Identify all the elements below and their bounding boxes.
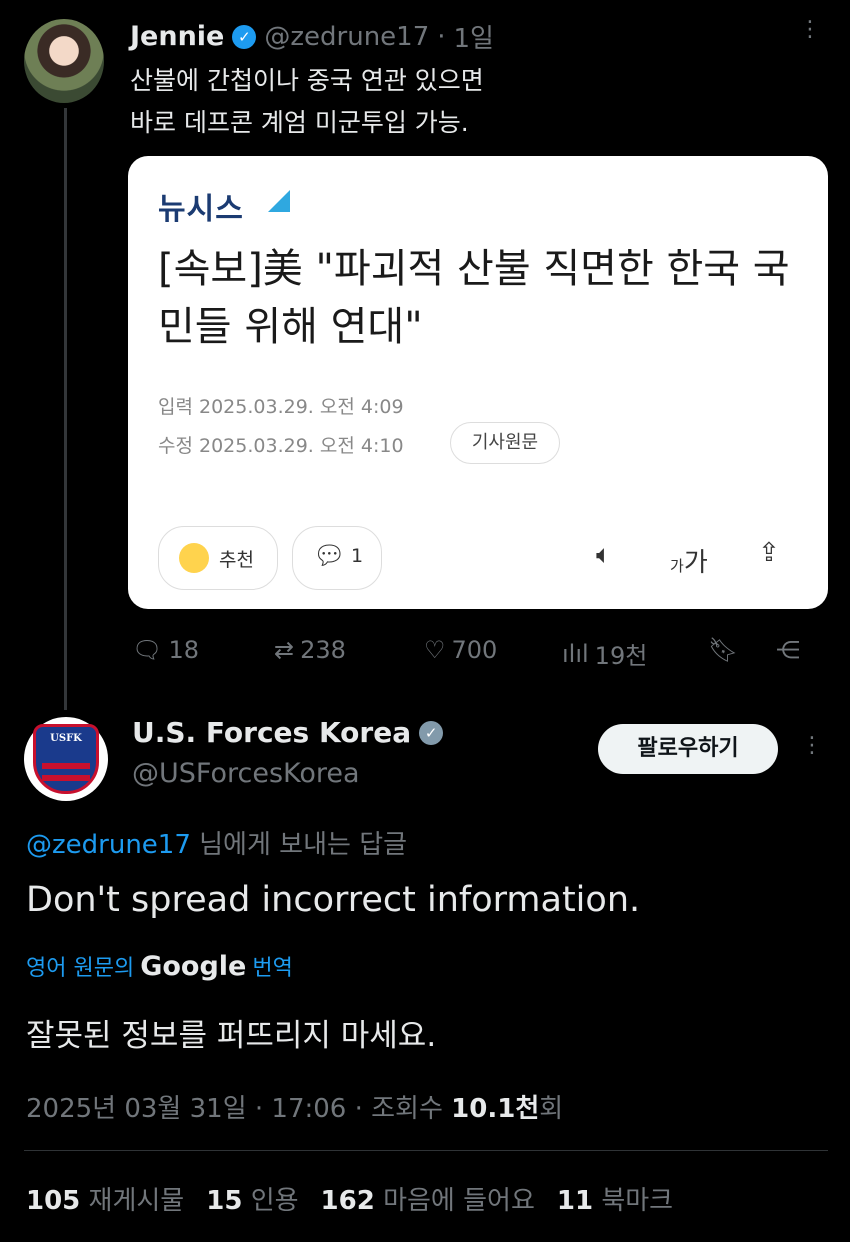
reply-icon: 🗨︎ (132, 636, 163, 664)
stats-divider (24, 1150, 828, 1151)
translated-text: 잘못된 정보를 퍼뜨리지 마세요. (26, 1018, 437, 1054)
reply-count: 18 (168, 636, 200, 664)
font-size-big: 가 (683, 548, 708, 578)
recommend-button[interactable]: 추천 (158, 526, 278, 590)
views-count: 19천 (594, 642, 648, 670)
tweet2-handle[interactable]: @USForcesKorea (132, 758, 360, 789)
smile-icon (179, 543, 209, 573)
stat-likes-label: 마음에 들어요 (383, 1186, 535, 1216)
like-icon: ♡ (424, 636, 446, 664)
separator-dot: · (437, 21, 446, 52)
like-action[interactable]: ♡ 700 (424, 636, 497, 664)
tweet2-timestamp: 2025년 03월 31일 · 17:06 · 조회수 10.1천회 (26, 1088, 563, 1125)
stat-likes[interactable]: 162 마음에 들어요 (321, 1180, 535, 1217)
news-edit-time: 수정 2025.03.29. 오전 4:10 (158, 435, 404, 457)
stat-quotes[interactable]: 15 인용 (206, 1180, 298, 1217)
tweet2-header: U.S. Forces Korea ✓ (132, 716, 444, 749)
translation-note[interactable]: 영어 원문의 Google 번역 (26, 950, 293, 982)
stat-reposts[interactable]: 105 재게시물 (26, 1180, 184, 1217)
news-headline: [속보]美 "파괴적 산불 직면한 한국 국민들 위해 연대" (158, 246, 790, 350)
thread-line (64, 108, 67, 710)
tweet2-text: Don't spread incorrect information. (26, 880, 641, 920)
views-number: 10.1천 (451, 1094, 540, 1124)
emblem-stripe (42, 775, 90, 781)
usfk-emblem-text: USFK (50, 733, 82, 744)
font-size-icon[interactable]: 가가 (670, 542, 708, 579)
bookmark-action[interactable]: 🔖︎ (708, 636, 738, 664)
reply-action[interactable]: 🗨︎ 18 (132, 636, 199, 664)
newsis-logo-mark (268, 190, 290, 212)
news-input-time: 입력 2025.03.29. 오전 4:09 (158, 396, 404, 418)
verified-gray-badge-icon: ✓ (419, 720, 444, 745)
comment-button[interactable]: 💬︎ 1 (292, 526, 382, 590)
reply-to-handle[interactable]: @zedrune17 (26, 830, 191, 860)
recommend-label: 추천 (219, 549, 254, 571)
stat-reposts-label: 재게시물 (88, 1186, 185, 1216)
tweet1-text-line2: 바로 데프콘 계엄 미군투입 가능. (130, 108, 469, 137)
stat-likes-num: 162 (320, 1186, 375, 1216)
original-article-button[interactable]: 기사원문 (450, 422, 560, 464)
google-logo: Google (140, 950, 247, 982)
share-action[interactable]: ⋲ (776, 636, 800, 664)
retweet-count: 238 (300, 636, 346, 664)
tweet2-author-name[interactable]: U.S. Forces Korea (132, 716, 411, 749)
tweet1-time[interactable]: 1일 (454, 18, 494, 55)
stat-bookmarks[interactable]: 11 북마크 (557, 1180, 673, 1217)
tweet1-author-name[interactable]: Jennie (130, 21, 224, 52)
share-icon: ⋲ (776, 636, 800, 664)
stat-quotes-label: 인용 (250, 1186, 299, 1216)
like-count: 700 (451, 636, 498, 664)
timestamp-text[interactable]: 2025년 03월 31일 · 17:06 · 조회수 (26, 1094, 451, 1124)
reply-context: @zedrune17 님에게 보내는 답글 (26, 824, 407, 861)
translate-suffix: 번역 (252, 956, 293, 981)
follow-button[interactable]: 팔로우하기 (598, 724, 778, 774)
stat-quotes-num: 15 (206, 1186, 243, 1216)
usfk-emblem-icon: USFK (33, 724, 99, 794)
translate-prefix: 영어 원문의 (26, 956, 135, 981)
tweet1-text: 산불에 간첩이나 중국 연관 있으면 바로 데프콘 계엄 미군투입 가능. (130, 60, 484, 144)
stat-reposts-num: 105 (26, 1186, 81, 1216)
stat-bookmarks-label: 북마크 (601, 1186, 674, 1216)
views-suffix: 회 (539, 1094, 564, 1124)
news-card[interactable]: 뉴시스 [속보]美 "파괴적 산불 직면한 한국 국민들 위해 연대" 입력 2… (128, 156, 828, 609)
tweet2-more-icon[interactable]: ⋮ (800, 735, 824, 757)
comment-icon: 💬︎ (313, 541, 347, 571)
reply-to-suffix: 님에게 보내는 답글 (190, 830, 408, 860)
tweet1-header: Jennie ✓ @zedrune17 · 1일 (130, 18, 494, 55)
speaker-icon[interactable]: 🔈︎ (596, 540, 612, 571)
comment-count: 1 (351, 545, 364, 567)
retweet-icon: ⇄ (274, 636, 295, 664)
card-share-icon[interactable]: ⇪ (758, 538, 780, 568)
tweet1-handle[interactable]: @zedrune17 (264, 22, 429, 52)
newsis-logo: 뉴시스 (158, 192, 244, 227)
jennie-avatar[interactable] (24, 19, 104, 103)
bookmark-icon: 🔖︎ (708, 636, 739, 664)
views-icon: ılıl (562, 639, 589, 668)
verified-badge-icon: ✓ (232, 24, 257, 49)
emblem-stripe (42, 763, 90, 769)
retweet-action[interactable]: ⇄ 238 (274, 636, 346, 664)
font-size-small: 가 (670, 557, 684, 575)
views-action[interactable]: ılıl 19천 (562, 636, 647, 671)
usfk-avatar[interactable]: USFK (24, 717, 108, 801)
more-icon[interactable]: ⋮ (798, 19, 822, 41)
stat-bookmarks-num: 11 (556, 1186, 594, 1216)
tweet2-stats: 105 재게시물 15 인용 162 마음에 들어요 11 북마크 (26, 1180, 673, 1217)
tweet1-text-line1: 산불에 간첩이나 중국 연관 있으면 (130, 66, 484, 95)
